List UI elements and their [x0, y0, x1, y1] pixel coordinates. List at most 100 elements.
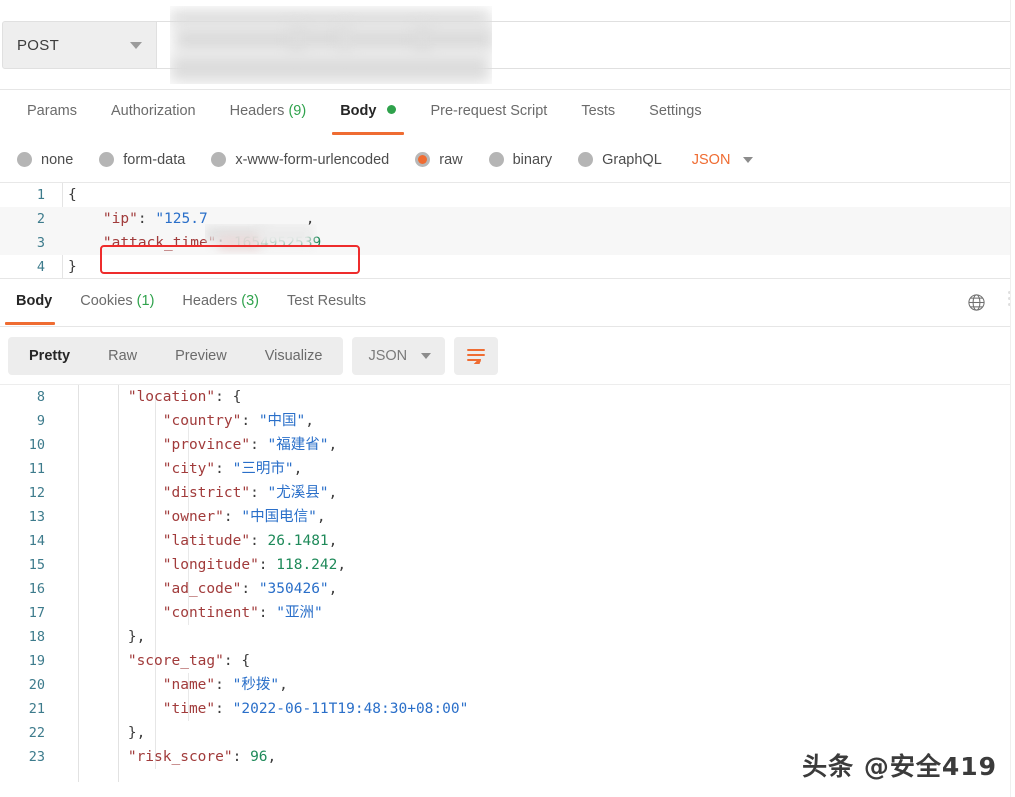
response-tab-cookies-label: Cookies: [80, 293, 133, 309]
json-string-value: "350426": [258, 581, 329, 597]
response-tab-headers-label: Headers: [182, 293, 238, 309]
response-tab-test-results-label: Test Results: [286, 293, 366, 309]
response-tab-body[interactable]: Body: [2, 279, 66, 327]
response-code-line: 14 "latitude": 26.1481,: [0, 529, 1015, 553]
json-comma: ,: [337, 557, 347, 573]
json-brace: {: [232, 389, 242, 405]
response-code-line: 9 "country": "中国",: [0, 409, 1015, 433]
line-number: 4: [36, 259, 45, 275]
wrap-lines-icon[interactable]: [454, 336, 499, 375]
response-code-line: 21 "time": "2022-06-11T19:48:30+08:00": [0, 697, 1015, 721]
tab-params-label: Params: [27, 103, 77, 119]
json-key: "owner": [162, 509, 224, 525]
radio-raw-indicator: [415, 152, 431, 167]
radio-x-www-form-urlencoded[interactable]: x-www-form-urlencoded: [211, 152, 389, 168]
response-tab-test-results[interactable]: Test Results: [273, 279, 380, 327]
radio-none-indicator: [17, 152, 32, 167]
view-mode-pretty[interactable]: Pretty: [10, 339, 89, 373]
response-view-mode-group: Pretty Raw Preview Visualize: [8, 336, 344, 375]
radio-graphql[interactable]: GraphQL: [578, 152, 662, 168]
line-content: {: [68, 187, 77, 203]
tab-settings[interactable]: Settings: [632, 90, 718, 137]
line-number: 3: [36, 235, 45, 251]
http-method-dropdown[interactable]: POST: [2, 21, 157, 69]
request-body-format-dropdown[interactable]: JSON: [692, 152, 754, 168]
json-number-value: 96: [250, 749, 268, 765]
radio-raw[interactable]: raw: [415, 152, 463, 168]
view-mode-visualize[interactable]: Visualize: [246, 339, 342, 373]
json-colon: :: [250, 437, 268, 453]
globe-icon[interactable]: [962, 288, 990, 316]
radio-form-data[interactable]: form-data: [99, 152, 185, 168]
json-colon: :: [215, 461, 233, 477]
response-code-line: 13 "owner": "中国电信",: [0, 505, 1015, 529]
request-tab-bar: Params Authorization Headers (9) Body Pr…: [0, 90, 1015, 137]
response-tab-bar: Body Cookies (1) Headers (3) Test Result…: [0, 279, 1015, 327]
json-colon: :: [241, 581, 259, 597]
url-bar-row: POST: [0, 0, 1015, 90]
line-content: "owner": "中国电信",: [58, 505, 326, 529]
response-format-dropdown[interactable]: JSON: [352, 336, 446, 375]
response-tab-headers[interactable]: Headers (3): [168, 279, 273, 327]
json-colon: :: [223, 509, 242, 525]
tab-pre-request-script[interactable]: Pre-request Script: [413, 90, 564, 137]
json-string-value: "中国电信": [241, 509, 317, 525]
view-mode-visualize-label: Visualize: [264, 347, 323, 364]
response-code-line: 10 "province": "福建省",: [0, 433, 1015, 457]
request-body-editor[interactable]: 1 { 2 "ip": "125.7, 3 "attack_time": 165…: [0, 183, 1015, 279]
chevron-down-icon: [130, 41, 142, 49]
url-input[interactable]: [157, 21, 1013, 69]
request-body-format-label: JSON: [691, 151, 731, 168]
line-content: "ip": "125.7,: [58, 207, 315, 231]
json-colon: :: [215, 389, 233, 405]
tab-body[interactable]: Body: [323, 90, 413, 137]
line-content: "name": "秒拨",: [58, 673, 288, 697]
request-code-line: 4 }: [0, 255, 1015, 278]
radio-binary-label: binary: [512, 151, 553, 168]
view-mode-raw[interactable]: Raw: [89, 339, 156, 373]
tab-params[interactable]: Params: [10, 90, 94, 137]
json-key: "location": [127, 389, 216, 405]
line-number: 10: [28, 437, 45, 453]
json-comma: ,: [328, 485, 338, 501]
tab-settings-label: Settings: [649, 103, 702, 119]
view-mode-raw-label: Raw: [108, 347, 138, 364]
tab-authorization-label: Authorization: [110, 103, 196, 119]
line-number: 13: [28, 509, 45, 525]
line-number: 16: [28, 581, 45, 597]
radio-form-data-label: form-data: [123, 151, 186, 168]
json-comma: ,: [267, 749, 277, 765]
json-key: "name": [162, 677, 216, 693]
json-key: "continent": [162, 605, 259, 621]
line-content: "continent": "亚洲": [58, 601, 323, 625]
radio-binary[interactable]: binary: [488, 151, 553, 168]
json-key: "longitude": [162, 557, 259, 573]
line-content: "attack_time": 1654952539: [58, 231, 321, 255]
json-string-value: "亚洲": [276, 605, 323, 621]
tab-tests[interactable]: Tests: [564, 90, 632, 137]
line-number: 19: [28, 653, 45, 669]
response-code-line: 8 "location": {: [0, 385, 1015, 409]
line-number: 22: [28, 725, 45, 741]
json-key: "ad_code": [162, 581, 242, 597]
view-mode-preview-label: Preview: [175, 347, 227, 364]
line-content: "score_tag": {: [58, 649, 250, 673]
line-number: 9: [36, 413, 45, 429]
response-tab-cookies[interactable]: Cookies (1): [66, 279, 168, 327]
radio-none[interactable]: none: [17, 152, 73, 168]
view-mode-preview[interactable]: Preview: [156, 339, 246, 373]
tab-headers[interactable]: Headers (9): [213, 90, 324, 137]
json-string-value: "125.7: [155, 211, 208, 227]
json-comma: ,: [328, 581, 338, 597]
line-number: 2: [36, 211, 45, 227]
radio-graphql-indicator: [578, 152, 594, 167]
radio-x-www-form-urlencoded-indicator: [211, 152, 227, 167]
json-key: "country": [162, 413, 242, 429]
response-body-viewer[interactable]: 8 "location": { 9 "country": "中国", 10 "p…: [0, 384, 1015, 782]
tab-authorization[interactable]: Authorization: [94, 90, 213, 137]
json-number-value: 1654952539: [233, 235, 322, 251]
response-code-line: 11 "city": "三明市",: [0, 457, 1015, 481]
json-string-value: "中国": [258, 413, 306, 429]
line-number: 18: [28, 629, 45, 645]
line-content: "time": "2022-06-11T19:48:30+08:00": [58, 697, 469, 721]
